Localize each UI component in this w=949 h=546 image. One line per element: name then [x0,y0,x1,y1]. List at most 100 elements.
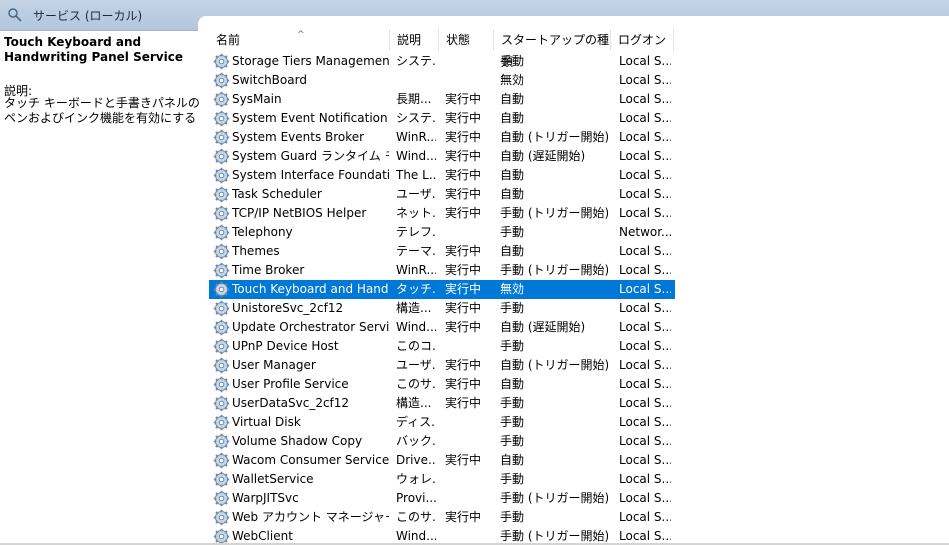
service-logon: Local S... [619,187,671,201]
service-description-cell: ユーザ... [396,358,436,372]
table-row[interactable]: Update Orchestrator Service Wind... 実行中 自動 … [209,318,675,337]
service-logon: Local S... [619,206,671,220]
service-description-cell: テーマ... [396,244,436,258]
column-header-logon[interactable]: ログオン [611,29,674,51]
service-name: Web アカウント マネージャー [232,510,389,524]
service-gear-icon [213,452,230,469]
service-description-cell: システ... [396,54,436,68]
service-status [445,489,495,508]
table-row[interactable]: System Event Notification S... システ... 実行中 自… [209,109,675,128]
service-logon: Local S... [619,244,671,258]
table-row[interactable]: System Interface Foundatio... The L... 実行中… [209,166,675,185]
service-description-cell: 長期... [396,92,432,106]
service-status: 実行中 [445,301,482,315]
column-header-status[interactable]: 状態 [439,29,494,51]
table-row[interactable]: Time Broker WinR... 実行中 手動 (トリガー開始) Local S.… [209,261,675,280]
service-logon: Local S... [619,54,671,68]
service-logon: Local S... [619,320,671,334]
service-startup-type: 自動 [500,377,525,391]
service-gear-icon [213,433,230,450]
selected-service-title: Touch Keyboard and Handwriting Panel Ser… [4,35,183,64]
service-gear-icon [213,414,230,431]
service-status: 実行中 [445,168,482,182]
service-logon: Local S... [619,168,671,182]
service-status: 実行中 [445,187,482,201]
table-row[interactable]: Web アカウント マネージャーこのサ... 実行中 手動 Local S... [209,508,675,527]
table-row[interactable]: UPnP Device Host このコ... 手動 Local S... [209,337,675,356]
service-description-cell: The L... [396,168,436,182]
table-row[interactable]: Telephony テレフ... 手動 Networ... [209,223,675,242]
table-row[interactable]: SysMain 長期... 実行中 自動 Local S... [209,90,675,109]
service-description-cell: ネット... [396,206,436,220]
table-row[interactable]: Task Scheduler ユーザ... 実行中 自動 Local S... [209,185,675,204]
table-row[interactable]: User Profile Service このサ... 実行中 自動 Local S..… [209,375,675,394]
table-row[interactable]: TCP/IP NetBIOS Helper ネット... 実行中 手動 (トリガー開始… [209,204,675,223]
service-description-cell: ディス... [396,415,436,429]
service-name: Themes [232,244,280,258]
table-row[interactable]: WarpJITSvc Provi... 手動 (トリガー開始) Local S... [209,489,675,508]
service-description-cell [396,71,436,90]
service-gear-icon [213,186,230,203]
service-startup-type: 自動 (遅延開始) [500,149,586,163]
table-row[interactable]: Themes テーマ... 実行中 自動 Local S... [209,242,675,261]
table-row[interactable]: SwitchBoard 無効 Local S... [209,71,675,90]
service-gear-icon [213,243,230,260]
service-name: Virtual Disk [232,415,301,429]
service-status: 実行中 [445,282,482,296]
service-status [445,223,495,242]
service-name: System Events Broker [232,130,365,144]
service-status [445,71,495,90]
table-row-selected[interactable]: Touch Keyboard and Hand... タッチ... 実行中 無効 Loc… [209,280,675,299]
service-startup-type: 手動 (トリガー開始) [500,491,608,505]
service-startup-type: 自動 (トリガー開始) [500,358,608,372]
service-name: Storage Tiers Management [232,54,389,68]
table-row[interactable]: Virtual Disk ディス... 手動 Local S... [209,413,675,432]
table-row[interactable]: Wacom Consumer Service Drive... 実行中 自動 Local… [209,451,675,470]
service-logon: Local S... [619,111,671,125]
table-row[interactable]: UnistoreSvc_2cf12 構造... 実行中 手動 Local S... [209,299,675,318]
service-description-cell: 構造... [396,396,432,410]
table-row[interactable]: WalletService ウォレ... 手動 Local S... [209,470,675,489]
service-startup-type: 手動 [500,301,525,315]
table-row[interactable]: System Events Broker WinR... 実行中 自動 (トリガー開始… [209,128,675,147]
service-startup-type: 手動 [500,415,525,429]
service-gear-icon [213,471,230,488]
service-name: Telephony [232,225,293,239]
service-status: 実行中 [445,244,482,258]
service-gear-icon [213,167,230,184]
column-header-startup-type[interactable]: スタートアップの種類 [494,29,611,69]
table-row[interactable]: Volume Shadow Copy バック... 手動 Local S... [209,432,675,451]
column-header-description[interactable]: 説明 [390,29,439,51]
service-logon: Local S... [619,263,671,277]
service-description-cell: このサ... [396,377,436,391]
detail-panel: Touch Keyboard and Handwriting Panel Ser… [0,31,205,545]
service-name: System Interface Foundatio... [232,168,389,182]
service-logon: Local S... [619,282,671,296]
service-status: 実行中 [445,111,482,125]
service-logon: Local S... [619,453,671,467]
table-row[interactable]: Storage Tiers Management システ... 手動 Local S.… [209,52,675,71]
service-gear-icon [213,110,230,127]
table-row[interactable]: System Guard ランタイム モニ... Wind... 実行中 自動 (遅延… [209,147,675,166]
service-startup-type: 自動 (トリガー開始) [500,130,608,144]
service-startup-type: 自動 [500,168,525,182]
service-logon: Local S... [619,434,671,448]
table-row[interactable]: UserDataSvc_2cf12 構造... 実行中 手動 Local S... [209,394,675,413]
service-gear-icon [213,262,230,279]
service-gear-icon [213,53,230,70]
service-logon: Local S... [619,491,671,505]
service-startup-type: 無効 [500,73,525,87]
service-name: WarpJITSvc [232,491,299,505]
service-gear-icon [213,129,230,146]
service-startup-type: 手動 [500,396,525,410]
column-header-name[interactable]: 名前 ^ [209,29,390,51]
service-gear-icon [213,376,230,393]
service-status: 実行中 [445,320,482,334]
service-name: Volume Shadow Copy [232,434,363,448]
service-description: タッチ キーボードと手書きパネルのペンおよびインク機能を有効にする [4,96,200,125]
table-row[interactable]: User Manager ユーザ... 実行中 自動 (トリガー開始) Local S.… [209,356,675,375]
service-startup-type: 自動 [500,187,525,201]
service-description-cell: Provi... [396,491,436,505]
service-startup-type: 自動 (遅延開始) [500,320,586,334]
service-startup-type: 手動 [500,434,525,448]
